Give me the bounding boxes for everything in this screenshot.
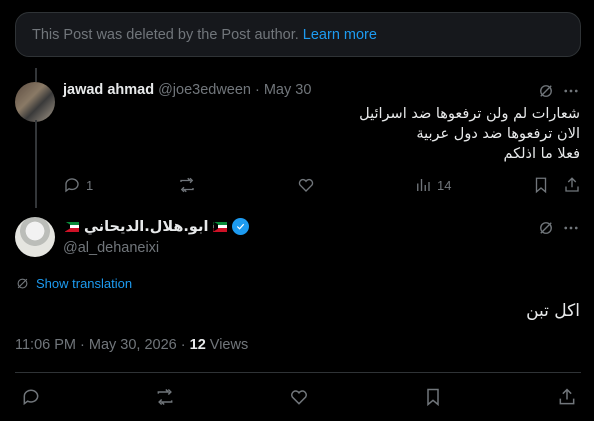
analytics-icon bbox=[414, 176, 432, 194]
grok-icon[interactable] bbox=[537, 82, 555, 100]
text-line: فعلا ما اذلكم bbox=[503, 146, 580, 162]
show-translation-label: Show translation bbox=[36, 276, 133, 291]
thread-connector bbox=[35, 68, 37, 82]
translate-icon bbox=[15, 276, 30, 291]
divider bbox=[15, 372, 581, 373]
reply-count: 1 bbox=[86, 177, 94, 193]
post-timestamp[interactable]: 11:06 PM · May 30, 2026 · 12 Views bbox=[15, 337, 248, 353]
text-line: شعارات لم ولن ترفعوها ضد اسرائيل bbox=[359, 106, 580, 122]
thread-connector bbox=[35, 120, 37, 208]
show-translation-button[interactable]: Show translation bbox=[15, 276, 132, 291]
verified-badge-icon[interactable] bbox=[232, 218, 250, 235]
deleted-notice-text: This Post was deleted by the Post author… bbox=[32, 26, 299, 43]
author-handle[interactable]: @joe3edween bbox=[158, 82, 251, 98]
author-handle[interactable]: @al_dehaneixi bbox=[63, 240, 159, 256]
views-button[interactable]: 14 bbox=[414, 176, 451, 194]
views-count: 14 bbox=[437, 177, 452, 193]
repost-icon[interactable] bbox=[155, 387, 175, 407]
main-author-name-row: ابو.هلال.الديحاني bbox=[63, 218, 250, 235]
main-post-text: اكل تبن bbox=[526, 301, 580, 321]
learn-more-link[interactable]: Learn more bbox=[303, 27, 377, 43]
avatar[interactable] bbox=[15, 82, 55, 122]
reply-button[interactable]: 1 bbox=[63, 176, 93, 194]
reply-icon[interactable] bbox=[21, 387, 41, 407]
bookmark-icon[interactable] bbox=[423, 387, 443, 407]
reply-header: jawad ahmad @joe3edween · May 30 bbox=[63, 82, 311, 98]
share-icon[interactable] bbox=[557, 387, 577, 407]
views-count: 12 bbox=[189, 337, 206, 353]
separator: · bbox=[255, 82, 260, 98]
grok-icon[interactable] bbox=[537, 219, 555, 237]
heart-icon[interactable] bbox=[289, 387, 309, 407]
reply-icon bbox=[63, 176, 81, 194]
avatar[interactable] bbox=[15, 217, 55, 257]
deleted-post-notice: This Post was deleted by the Post author… bbox=[15, 12, 581, 57]
share-icon[interactable] bbox=[563, 176, 581, 194]
views-label: Views bbox=[205, 337, 249, 353]
kuwait-flag-icon bbox=[213, 221, 228, 232]
more-icon[interactable] bbox=[562, 82, 580, 100]
heart-icon bbox=[297, 176, 315, 194]
post-date[interactable]: May 30 bbox=[264, 82, 312, 98]
author-name[interactable]: jawad ahmad bbox=[63, 82, 154, 98]
like-button[interactable] bbox=[297, 176, 315, 194]
text-line: الان ترفعوها ضد دول عربية bbox=[416, 126, 580, 142]
more-icon[interactable] bbox=[562, 219, 580, 237]
reply-text: شعارات لم ولن ترفعوها ضد اسرائيل الان تر… bbox=[120, 104, 580, 164]
kuwait-flag-icon bbox=[65, 221, 79, 232]
timestamp-text: 11:06 PM · May 30, 2026 · bbox=[15, 337, 190, 353]
repost-button[interactable] bbox=[178, 176, 196, 194]
repost-icon bbox=[178, 176, 196, 194]
author-name[interactable]: ابو.هلال.الديحاني bbox=[84, 219, 208, 235]
bookmark-icon[interactable] bbox=[532, 176, 550, 194]
